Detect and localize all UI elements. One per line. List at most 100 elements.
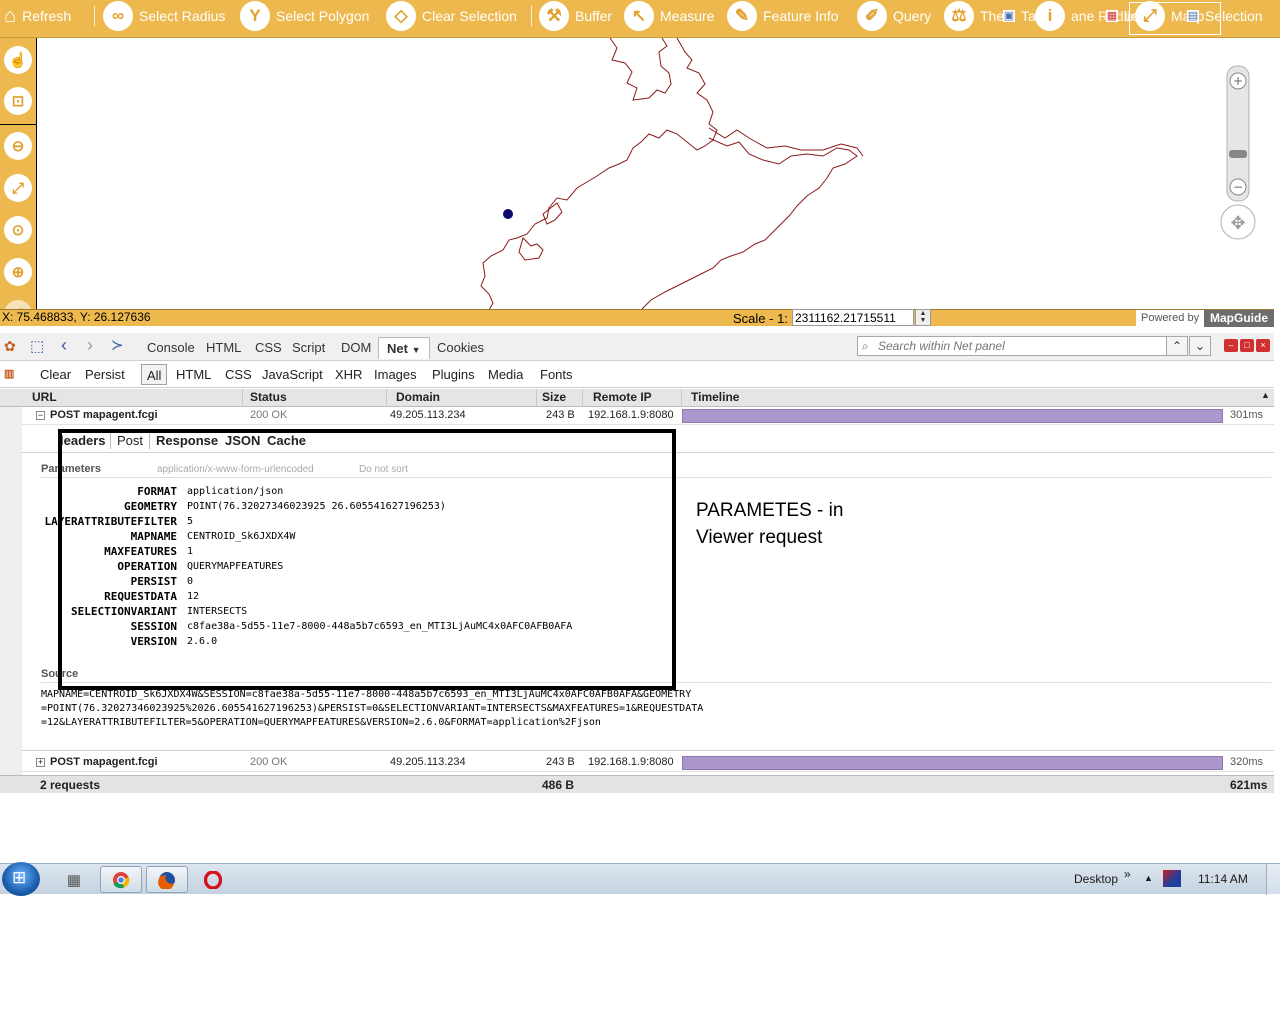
request-size: 243 B bbox=[546, 409, 575, 421]
filter-plugins-button[interactable]: Plugins bbox=[432, 364, 475, 385]
column-url[interactable]: URL bbox=[32, 390, 57, 404]
timeline-bar bbox=[682, 409, 1223, 423]
column-divider bbox=[536, 389, 537, 407]
inspect-icon[interactable]: ⬚ bbox=[30, 337, 44, 355]
toolbar-separator bbox=[94, 6, 95, 26]
zoom-slider[interactable]: + − ✥ bbox=[1217, 52, 1261, 242]
tasks-button[interactable]: ▣ Ta bbox=[1003, 0, 1036, 32]
zoom-thumb[interactable] bbox=[1229, 150, 1247, 158]
network-flag-icon[interactable] bbox=[1163, 870, 1181, 887]
net-options-icon[interactable]: ▥ bbox=[4, 367, 14, 380]
param-value: 5 bbox=[187, 516, 194, 527]
filter-xhr-button[interactable]: XHR bbox=[335, 364, 362, 385]
taskbar-opera[interactable] bbox=[192, 866, 234, 893]
selection-button[interactable]: ▤ Selection bbox=[1187, 0, 1263, 32]
minimize-icon[interactable]: – bbox=[1224, 339, 1238, 352]
param-key: GEOMETRY bbox=[124, 500, 177, 513]
desktop-toolbar-label[interactable]: Desktop bbox=[1074, 872, 1118, 886]
detail-tab-response[interactable]: Response bbox=[156, 433, 218, 448]
pan-icon[interactable]: ☝ bbox=[4, 46, 32, 74]
persist-button[interactable]: Persist bbox=[85, 364, 125, 385]
zoom-out-icon[interactable]: ⊖ bbox=[4, 132, 32, 160]
info-circle-icon: i bbox=[1035, 1, 1065, 31]
measure-button[interactable]: ↖ Measure bbox=[624, 0, 714, 32]
chevron-right-icon[interactable]: » bbox=[1124, 867, 1131, 881]
request-status: 200 OK bbox=[250, 409, 288, 421]
tab-cookies[interactable]: Cookies bbox=[437, 337, 484, 359]
clear-icon: ◇ bbox=[386, 1, 416, 31]
select-polygon-button[interactable]: Y Select Polygon bbox=[240, 0, 369, 32]
theme-button[interactable]: ⚖ The bbox=[944, 0, 1004, 32]
sort-up-icon[interactable]: ▲ bbox=[1261, 390, 1270, 400]
column-timeline[interactable]: Timeline bbox=[691, 390, 739, 404]
show-hidden-icons-icon[interactable]: ▲ bbox=[1144, 873, 1153, 883]
expand-icon[interactable]: + bbox=[36, 758, 45, 767]
filter-css-button[interactable]: CSS bbox=[225, 364, 252, 385]
column-remote-ip[interactable]: Remote IP bbox=[593, 390, 652, 404]
firebug-toolbar: ✿ ⬚ ‹ › ≻ Console HTML CSS Script DOM Ne… bbox=[0, 333, 1274, 361]
filter-html-button[interactable]: HTML bbox=[176, 364, 211, 385]
scale-input[interactable] bbox=[792, 309, 914, 326]
filter-media-button[interactable]: Media bbox=[488, 364, 523, 385]
query-button[interactable]: ✐ Query bbox=[857, 0, 931, 32]
detail-tab-json[interactable]: JSON bbox=[225, 433, 260, 448]
feature-info-button[interactable]: ✎ Feature Info bbox=[727, 0, 839, 32]
map-canvas[interactable] bbox=[37, 38, 1274, 310]
clear-selection-button[interactable]: ◇ Clear Selection bbox=[386, 0, 517, 32]
filter-images-button[interactable]: Images bbox=[374, 364, 417, 385]
detail-tab-post[interactable]: Post bbox=[110, 431, 151, 449]
tasks-pane-button[interactable]: i ane bbox=[1035, 0, 1094, 32]
zoom-rectangle-icon[interactable]: ⊡ bbox=[4, 87, 32, 115]
annotation-line: PARAMETES - in bbox=[696, 500, 844, 521]
detail-tab-cache[interactable]: Cache bbox=[267, 433, 306, 448]
collapse-icon[interactable]: − bbox=[36, 411, 45, 420]
net-table-header: URL Status Domain Size Remote IP Timelin… bbox=[0, 389, 1274, 407]
tab-dom[interactable]: DOM bbox=[341, 337, 371, 359]
tab-css[interactable]: CSS bbox=[255, 337, 282, 359]
column-size[interactable]: Size bbox=[542, 390, 566, 404]
column-domain[interactable]: Domain bbox=[396, 390, 440, 404]
show-desktop-button[interactable] bbox=[1266, 864, 1280, 895]
zoom-in-icon[interactable]: ⊕ bbox=[4, 258, 32, 286]
table-row[interactable]: + POST mapagent.fcgi 200 OK 49.205.113.2… bbox=[22, 754, 1274, 772]
back-icon[interactable]: ‹ bbox=[61, 335, 67, 356]
map-toolbar: ⌂ Refresh ∞ Select Radius Y Select Polyg… bbox=[0, 0, 1280, 38]
net-search-input[interactable] bbox=[857, 336, 1167, 356]
total-size: 486 B bbox=[542, 778, 575, 792]
zoom-selection-icon[interactable]: ⊙ bbox=[4, 216, 32, 244]
search-prev-button[interactable]: ⌃ bbox=[1166, 336, 1188, 356]
detail-tab-headers[interactable]: leaders bbox=[60, 433, 106, 448]
sort-toggle[interactable]: Do not sort bbox=[359, 464, 408, 475]
scale-spinner[interactable]: ▲ ▼ bbox=[915, 309, 931, 326]
buffer-button[interactable]: ⚒ Buffer bbox=[539, 0, 612, 32]
select-radius-button[interactable]: ∞ Select Radius bbox=[103, 0, 225, 32]
start-button[interactable]: ⊞ bbox=[2, 862, 40, 896]
refresh-button[interactable]: ⌂ Refresh bbox=[4, 0, 71, 32]
search-next-button[interactable]: ⌄ bbox=[1189, 336, 1211, 356]
taskbar-firefox[interactable] bbox=[146, 866, 188, 893]
taskbar-chrome[interactable] bbox=[100, 866, 142, 893]
forward-icon[interactable]: › bbox=[87, 335, 93, 356]
command-line-icon[interactable]: ≻ bbox=[111, 336, 124, 354]
dropdown-arrow-icon: ▼ bbox=[411, 345, 421, 355]
firebug-icon[interactable]: ✿ bbox=[4, 338, 16, 355]
close-icon[interactable]: × bbox=[1256, 339, 1270, 352]
tab-divider bbox=[22, 452, 1274, 453]
tab-net[interactable]: Net ▼ bbox=[378, 337, 430, 359]
tab-net-label: Net bbox=[387, 341, 408, 356]
tab-console[interactable]: Console bbox=[147, 337, 195, 359]
taskbar-app-icon[interactable]: ▦ bbox=[53, 866, 95, 893]
column-status[interactable]: Status bbox=[250, 390, 287, 404]
clear-button[interactable]: Clear bbox=[40, 364, 71, 385]
filter-all-button[interactable]: All bbox=[141, 364, 168, 385]
tab-html[interactable]: HTML bbox=[206, 337, 241, 359]
fit-extents-icon[interactable]: ⤢ bbox=[4, 174, 32, 202]
table-row[interactable]: − POST mapagent.fcgi 200 OK 49.205.113.2… bbox=[22, 407, 1274, 425]
clock[interactable]: 11:14 AM bbox=[1198, 872, 1248, 886]
query-point-marker bbox=[503, 209, 513, 219]
detach-icon[interactable]: □ bbox=[1240, 339, 1254, 352]
tab-script[interactable]: Script bbox=[292, 337, 325, 359]
filter-fonts-button[interactable]: Fonts bbox=[540, 364, 573, 385]
param-value: 0 bbox=[187, 576, 194, 587]
filter-javascript-button[interactable]: JavaScript bbox=[262, 364, 323, 385]
